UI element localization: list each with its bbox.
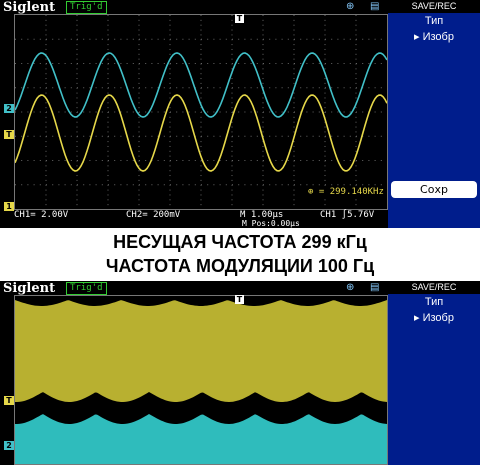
side-menu: SAVE/REC Тип ▸ Изобр Сохр <box>388 0 480 228</box>
usb-icon: ⊕ <box>346 282 355 293</box>
ch2-marker: 2 <box>4 441 14 450</box>
frequency-icon: ⊕ <box>308 187 314 197</box>
save-button[interactable]: Сохр <box>391 181 477 198</box>
trigger-level-marker: T <box>4 396 14 405</box>
ch2-envelope <box>15 414 387 464</box>
menu-item-image[interactable]: ▸ Изобр <box>388 29 480 45</box>
waveform-grid <box>14 295 388 465</box>
trigger-level: CH1 ∫5.76V <box>320 210 375 220</box>
side-menu: SAVE/REC Тип ▸ Изобр <box>388 281 480 465</box>
oscilloscope-screen-top: Siglent Trig'd ⊕ ▤ T 2 T 1 ⊕ = 299.140KH… <box>0 0 480 228</box>
waveform-grid <box>14 14 388 210</box>
caption-modulation: ЧАСТОТА МОДУЛЯЦИИ 100 Гц <box>105 256 375 276</box>
printer-icon: ▤ <box>370 1 380 12</box>
menu-item-type[interactable]: Тип <box>388 13 480 29</box>
m-pos: M Pos:0.00μs <box>242 219 300 228</box>
trigger-status: Trig'd <box>66 1 107 14</box>
ch1-scale: CH1= 2.00V <box>14 210 69 220</box>
menu-arrow-icon: ▸ <box>414 312 420 324</box>
trigger-status: Trig'd <box>66 282 107 295</box>
status-bar: CH1= 2.00V CH2= 200mV M 1.00μs M Pos:0.0… <box>0 210 388 228</box>
grid-lines <box>15 15 387 206</box>
menu-item-type[interactable]: Тип <box>388 294 480 310</box>
brand-logo: Siglent <box>3 0 56 15</box>
ch2-marker: 2 <box>4 104 14 113</box>
menu-title: SAVE/REC <box>388 281 480 294</box>
trigger-position-marker: T <box>235 14 244 23</box>
usb-icon: ⊕ <box>346 1 355 12</box>
grid-lines <box>15 300 387 464</box>
frequency-readout: ⊕ = 299.140KHz <box>306 187 386 197</box>
menu-title: SAVE/REC <box>388 0 480 13</box>
caption-carrier: НЕСУЩАЯ ЧАСТОТА 299 кГц <box>113 232 367 252</box>
menu-arrow-icon: ▸ <box>414 31 420 43</box>
trigger-level-marker: T <box>4 130 14 139</box>
trigger-position-marker: T <box>235 295 244 304</box>
ch1-envelope <box>15 300 387 402</box>
brand-logo: Siglent <box>3 281 56 296</box>
oscilloscope-screen-bottom: Siglent Trig'd ⊕ ▤ T T 2 SAVE/REC Тип ▸ … <box>0 281 480 465</box>
printer-icon: ▤ <box>370 282 380 293</box>
ch2-scale: CH2= 200mV <box>126 210 181 220</box>
menu-item-image[interactable]: ▸ Изобр <box>388 310 480 326</box>
